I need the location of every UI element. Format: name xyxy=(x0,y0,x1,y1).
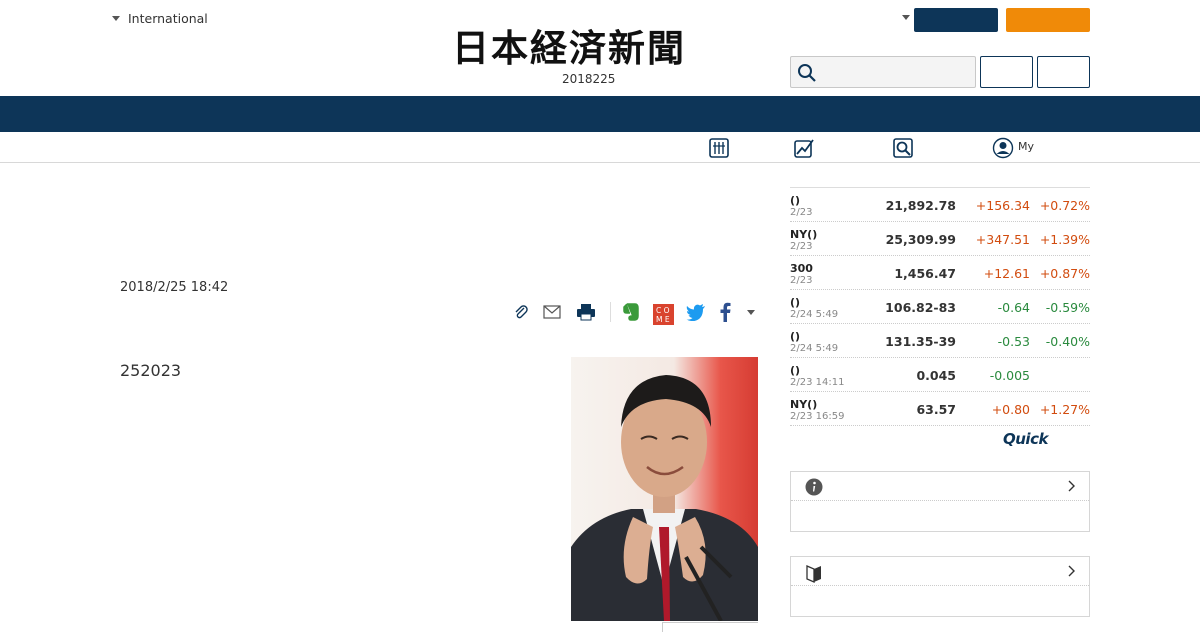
subscribe-button[interactable] xyxy=(1006,8,1090,32)
info-panel xyxy=(790,471,1090,532)
market-row[interactable]: () 2/23 14:11 0.045 -0.005 xyxy=(790,358,1090,392)
evernote-icon[interactable] xyxy=(620,300,642,324)
come-icon[interactable]: C OM E xyxy=(652,302,674,326)
market-row[interactable]: NY() 2/23 16:59 63.57 +0.80 +1.27% xyxy=(790,392,1090,426)
login-button[interactable] xyxy=(914,8,998,32)
info-icon xyxy=(805,478,823,496)
share-more-chevron-down-icon[interactable] xyxy=(744,300,758,324)
chevron-down-icon xyxy=(112,16,120,21)
market-value: 21,892.78 xyxy=(885,198,956,213)
twitter-icon[interactable] xyxy=(684,300,708,324)
article-lead: 252023 xyxy=(120,361,182,380)
market-name: 300 xyxy=(790,262,813,275)
beginner-icon xyxy=(806,565,821,583)
market-time: 2/24 5:49 xyxy=(790,309,839,320)
market-change: -0.005 xyxy=(989,368,1030,383)
market-value: 0.045 xyxy=(916,368,956,383)
chevron-down-icon[interactable] xyxy=(902,15,910,20)
article-photo xyxy=(571,357,758,621)
site-logo[interactable]: 日本経済新聞 xyxy=(452,28,686,68)
market-data-table: () 2/23 21,892.78 +156.34 +0.72% NY() 2/23 25,3… xyxy=(790,187,1090,426)
user-icon[interactable] xyxy=(992,137,1014,159)
market-change: -0.53 xyxy=(997,334,1030,349)
svg-text:C O: C O xyxy=(656,306,670,315)
chart-icon[interactable] xyxy=(793,137,815,159)
market-row[interactable]: () 2/23 21,892.78 +156.34 +0.72% xyxy=(790,188,1090,222)
market-percent: -0.59% xyxy=(1045,300,1090,315)
chevron-right-icon[interactable] xyxy=(1067,479,1077,493)
quick-logo[interactable]: Quick xyxy=(1003,430,1048,448)
market-percent: -0.40% xyxy=(1045,334,1090,349)
market-value: 1,456.47 xyxy=(894,266,956,281)
market-row[interactable]: NY() 2/23 25,309.99 +347.51 +1.39% xyxy=(790,222,1090,256)
market-percent: +0.87% xyxy=(1039,266,1090,281)
market-row[interactable]: 300 2/23 1,456.47 +12.61 +0.87% xyxy=(790,256,1090,290)
market-name: () xyxy=(790,364,801,377)
header-button-2[interactable] xyxy=(1037,56,1090,88)
market-name: NY() xyxy=(790,228,818,241)
beginner-panel-header[interactable] xyxy=(791,557,1089,586)
article-timestamp: 2018/2/25 18:42 xyxy=(120,280,229,295)
market-value: 63.57 xyxy=(916,402,956,417)
site-header: International 日本経済新聞 2018225 xyxy=(0,0,1200,96)
chevron-right-icon[interactable] xyxy=(1067,564,1077,578)
market-percent: +1.27% xyxy=(1039,402,1090,417)
market-time: 2/24 5:49 xyxy=(790,343,839,354)
market-name: () xyxy=(790,296,801,309)
svg-text:M E: M E xyxy=(656,315,670,324)
market-change: +347.51 xyxy=(975,232,1030,247)
market-row[interactable]: () 2/24 5:49 106.82-83 -0.64 -0.59% xyxy=(790,290,1090,324)
market-name: NY() xyxy=(790,398,818,411)
mail-icon[interactable] xyxy=(542,300,562,324)
market-time: 2/23 xyxy=(790,241,813,252)
market-value: 25,309.99 xyxy=(885,232,956,247)
search-icon[interactable] xyxy=(797,63,817,83)
photo-caption-box xyxy=(662,622,758,632)
market-time: 2/23 16:59 xyxy=(790,411,845,422)
market-change: +12.61 xyxy=(983,266,1030,281)
market-change: +156.34 xyxy=(975,198,1030,213)
share-divider xyxy=(610,302,611,322)
market-time: 2/23 14:11 xyxy=(790,377,845,388)
edition-selector[interactable]: International xyxy=(112,11,208,26)
newspaper-icon[interactable] xyxy=(708,137,730,159)
market-change: +0.80 xyxy=(991,402,1030,417)
my-page-label[interactable]: My xyxy=(1018,140,1034,153)
print-icon[interactable] xyxy=(574,300,598,324)
beginner-panel xyxy=(790,556,1090,617)
header-button-1[interactable] xyxy=(980,56,1033,88)
market-name: () xyxy=(790,330,801,343)
market-name: () xyxy=(790,194,801,207)
market-time: 2/23 xyxy=(790,275,813,286)
facebook-icon[interactable] xyxy=(716,300,734,324)
info-panel-header[interactable] xyxy=(791,472,1089,501)
main-nav-bar xyxy=(0,96,1200,132)
market-change: -0.64 xyxy=(997,300,1030,315)
clip-icon[interactable] xyxy=(512,300,530,324)
edition-label: International xyxy=(128,11,208,26)
market-time: 2/23 xyxy=(790,207,813,218)
market-value: 106.82-83 xyxy=(885,300,956,315)
search-input[interactable] xyxy=(790,56,976,88)
market-row[interactable]: () 2/24 5:49 131.35-39 -0.53 -0.40% xyxy=(790,324,1090,358)
market-value: 131.35-39 xyxy=(885,334,956,349)
market-percent: +0.72% xyxy=(1039,198,1090,213)
header-date: 2018225 xyxy=(562,72,616,86)
market-percent: +1.39% xyxy=(1039,232,1090,247)
magnifier-icon[interactable] xyxy=(892,137,914,159)
